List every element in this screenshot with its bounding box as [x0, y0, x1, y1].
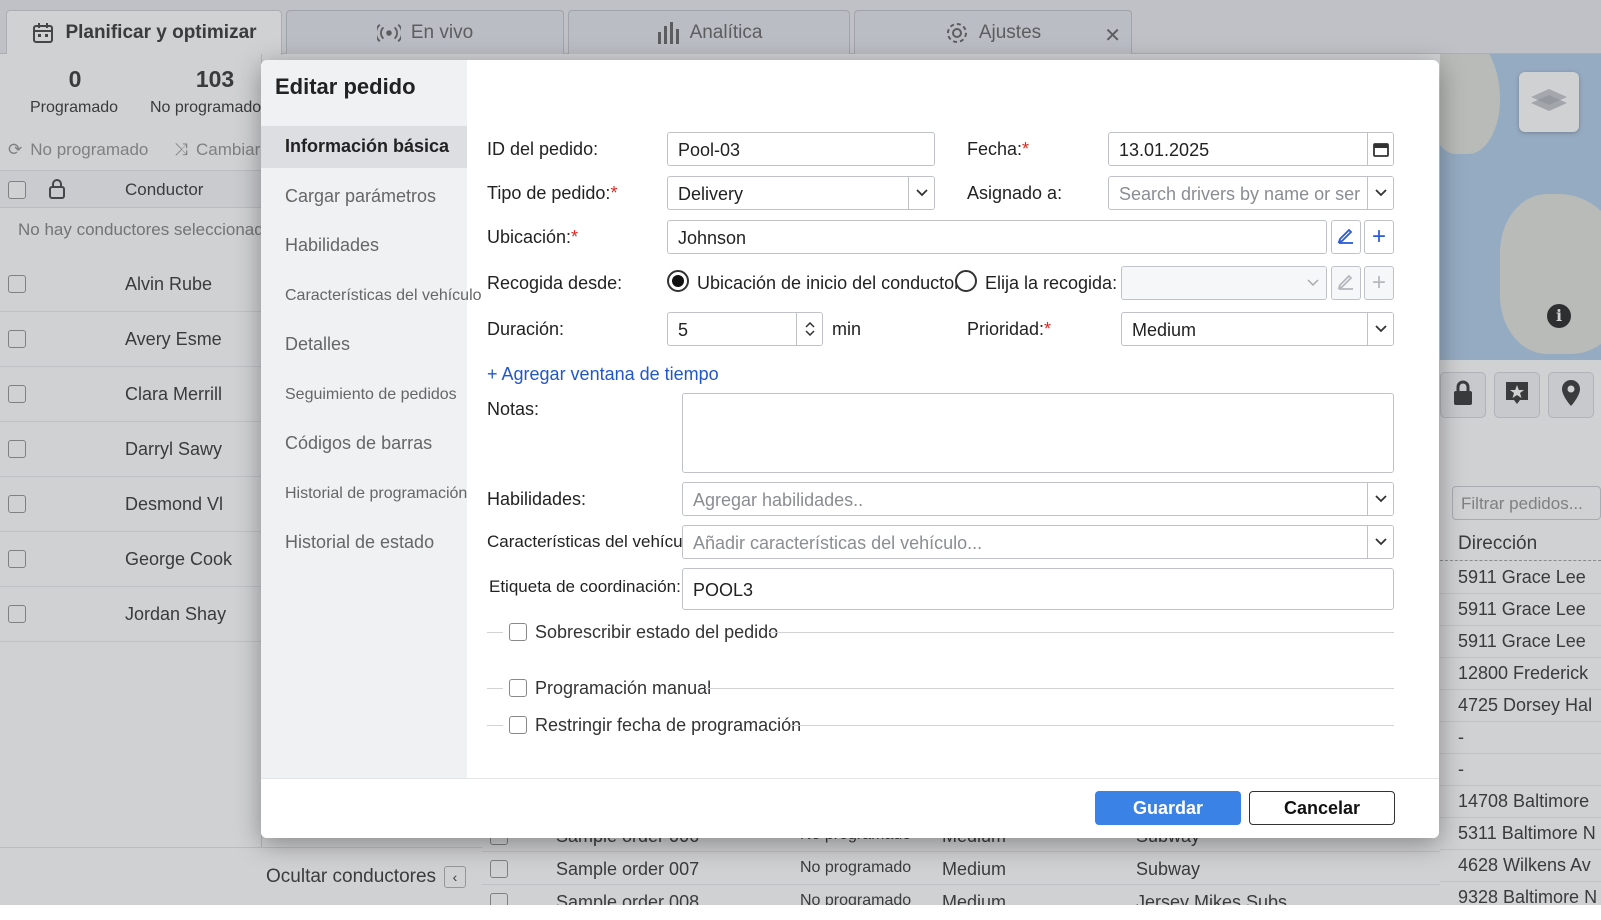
required-mark: *: [571, 227, 579, 247]
location-input[interactable]: Johnson: [667, 220, 1327, 254]
calendar-icon[interactable]: [1367, 133, 1393, 165]
priority-label-text: Prioridad:: [967, 319, 1045, 339]
notes-textarea[interactable]: [682, 393, 1394, 473]
pickup-driver-start-radio[interactable]: [667, 270, 689, 292]
divider: [487, 632, 503, 633]
pickup-choose-label[interactable]: Elija la recogida:: [985, 273, 1117, 294]
date-label-text: Fecha:: [967, 139, 1023, 159]
order-id-input[interactable]: Pool-03: [667, 132, 935, 166]
order-type-label-text: Tipo de pedido:: [487, 183, 611, 203]
restrict-date-checkbox[interactable]: [509, 716, 527, 734]
vehicle-characteristics-label: Características del vehículo:: [487, 532, 701, 551]
basic-info-form: ID del pedido: Pool-03 Fecha:* 13.01.202…: [467, 60, 1439, 778]
required-mark: *: [1022, 139, 1030, 159]
chevron-down-icon: [1367, 483, 1393, 515]
assigned-placeholder: Search drivers by name or ser: [1119, 184, 1361, 204]
assigned-driver-select[interactable]: Search drivers by name or ser: [1108, 176, 1394, 210]
save-button[interactable]: Guardar: [1095, 791, 1241, 825]
chevron-down-icon: [1367, 526, 1393, 558]
chevron-down-icon[interactable]: [804, 330, 815, 336]
restrict-date-section: Restringir fecha de programación: [487, 714, 1394, 736]
duration-label: Duración:: [487, 319, 565, 339]
plus-icon: +: [1371, 269, 1386, 296]
manual-schedule-checkbox[interactable]: [509, 679, 527, 697]
vehicle-placeholder: Añadir características del vehículo...: [693, 533, 983, 553]
chevron-down-icon: [1367, 313, 1393, 345]
pencil-icon: [1337, 223, 1355, 251]
dialog-nav-item[interactable]: Características del vehículo: [261, 275, 482, 317]
edit-pickup-button[interactable]: [1331, 266, 1361, 300]
pickup-choose-radio[interactable]: [955, 270, 977, 292]
dialog-nav-item[interactable]: Seguimiento de pedidos: [261, 374, 467, 416]
dialog-nav-item[interactable]: Habilidades: [261, 225, 467, 267]
add-pickup-button[interactable]: +: [1364, 266, 1394, 300]
duration-stepper[interactable]: [796, 313, 822, 345]
restrict-date-label[interactable]: Restringir fecha de programación: [535, 715, 801, 736]
duration-input[interactable]: 5: [667, 312, 823, 346]
order-id-label: ID del pedido:: [487, 139, 599, 159]
required-mark: *: [610, 183, 618, 203]
location-label-text: Ubicación:: [487, 227, 572, 247]
override-status-label[interactable]: Sobrescribir estado del pedido: [535, 622, 778, 643]
dialog-nav-item[interactable]: Códigos de barras: [261, 423, 467, 465]
pencil-icon: [1337, 269, 1355, 297]
override-status-section: Sobrescribir estado del pedido: [487, 621, 1394, 643]
dialog-nav-item[interactable]: Historial de programación: [261, 473, 467, 515]
dialog-sidebar: Editar pedido Información básica Cargar p…: [261, 60, 482, 778]
date-input[interactable]: 13.01.2025: [1108, 132, 1394, 166]
override-status-checkbox[interactable]: [509, 623, 527, 641]
coordination-tag-label: Etiqueta de coordinación:: [489, 577, 681, 596]
priority-value: Medium: [1132, 320, 1197, 340]
vehicle-characteristics-select[interactable]: Añadir características del vehículo...: [682, 525, 1394, 559]
dialog-nav-item[interactable]: Información básica: [261, 126, 467, 168]
pickup-driver-start-label[interactable]: Ubicación de inicio del conductor: [697, 273, 960, 294]
dialog-title: Editar pedido: [275, 74, 416, 99]
required-mark: *: [1044, 319, 1052, 339]
pickup-select[interactable]: [1121, 266, 1327, 300]
chevron-down-icon: [1300, 267, 1326, 299]
divider: [487, 688, 503, 689]
order-type-label: Tipo de pedido:*: [487, 183, 617, 204]
pickup-from-label: Recogida desde:: [487, 273, 623, 293]
duration-unit: min: [832, 319, 862, 339]
plus-icon: +: [1371, 223, 1386, 250]
skills-placeholder: Agregar habilidades..: [693, 490, 864, 510]
date-value: 13.01.2025: [1119, 140, 1210, 160]
manual-schedule-label[interactable]: Programación manual: [535, 678, 711, 699]
chevron-down-icon: [1367, 177, 1393, 209]
duration-value: 5: [678, 320, 689, 340]
skills-label: Habilidades:: [487, 489, 587, 509]
add-time-window-link[interactable]: + Agregar ventana de tiempo: [487, 364, 719, 385]
edit-location-button[interactable]: [1331, 220, 1361, 254]
coordination-tag-input[interactable]: POOL3: [682, 568, 1394, 610]
dialog-nav-item[interactable]: Cargar parámetros: [261, 176, 467, 218]
divider: [791, 725, 1394, 726]
chevron-up-icon[interactable]: [804, 322, 815, 328]
assigned-to-label: Asignado a:: [967, 183, 1063, 203]
dialog-nav-item[interactable]: Historial de estado: [261, 522, 467, 564]
priority-select[interactable]: Medium: [1121, 312, 1394, 346]
location-label: Ubicación:*: [487, 227, 578, 248]
edit-order-dialog: Editar pedido Información básica Cargar p…: [261, 60, 1439, 838]
manual-schedule-section: Programación manual: [487, 677, 1394, 699]
priority-label: Prioridad:*: [967, 319, 1051, 340]
dialog-nav-item[interactable]: Detalles: [261, 324, 467, 366]
skills-select[interactable]: Agregar habilidades..: [682, 482, 1394, 516]
chevron-down-icon: [908, 177, 934, 209]
divider: [487, 725, 503, 726]
divider: [769, 632, 1394, 633]
add-location-button[interactable]: +: [1364, 220, 1394, 254]
divider: [705, 688, 1394, 689]
dialog-footer: Guardar Cancelar: [261, 778, 1439, 838]
order-type-select[interactable]: Delivery: [667, 176, 935, 210]
order-type-value: Delivery: [678, 184, 744, 204]
date-label: Fecha:*: [967, 139, 1029, 160]
notes-label: Notas:: [487, 399, 540, 419]
cancel-button[interactable]: Cancelar: [1249, 791, 1395, 825]
